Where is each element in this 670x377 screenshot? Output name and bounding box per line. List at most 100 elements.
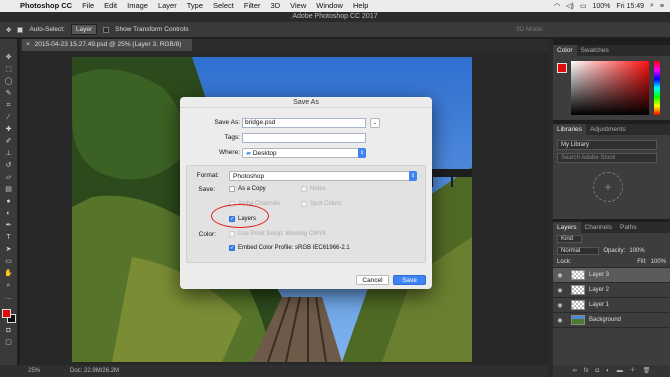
library-select[interactable]: My Library xyxy=(557,140,657,150)
tab-adjustments[interactable]: Adjustments xyxy=(586,124,630,135)
save-button[interactable]: Save xyxy=(393,275,426,285)
eyedropper-tool-icon[interactable]: ⁄ xyxy=(3,113,15,122)
foreground-color-swatch[interactable] xyxy=(1,309,11,318)
kind-filter-select[interactable]: Kind xyxy=(557,235,583,243)
move-tool-icon[interactable]: ✥ xyxy=(6,26,11,34)
auto-select-checkbox[interactable] xyxy=(17,26,24,33)
blur-tool-icon[interactable]: ● xyxy=(3,197,15,206)
quick-select-tool-icon[interactable]: ✎ xyxy=(3,89,15,98)
battery-icon[interactable]: ▭ xyxy=(580,2,587,10)
eye-icon[interactable]: ◉ xyxy=(553,302,567,309)
tab-layers[interactable]: Layers xyxy=(553,222,581,233)
hand-tool-icon[interactable]: ✋ xyxy=(3,269,15,278)
zoom-tool-icon[interactable]: ⌕ xyxy=(3,281,15,290)
tab-channels[interactable]: Channels xyxy=(581,222,616,233)
menu-image[interactable]: Image xyxy=(122,0,153,12)
link-layers-icon[interactable]: ∞ xyxy=(573,365,577,377)
menu-select[interactable]: Select xyxy=(208,0,239,12)
menu-list-icon[interactable]: ≡ xyxy=(660,3,664,10)
pen-tool-icon[interactable]: ✒ xyxy=(3,221,15,230)
screen-mode-icon[interactable]: ▢ xyxy=(3,338,15,347)
checkbox-box[interactable] xyxy=(301,186,307,192)
wifi-icon[interactable]: ◠ xyxy=(554,2,560,10)
brush-tool-icon[interactable]: ✐ xyxy=(3,137,15,146)
fx-icon[interactable]: fx xyxy=(584,365,589,377)
checkbox-box[interactable] xyxy=(301,201,307,207)
close-icon[interactable]: × xyxy=(26,41,30,48)
transform-controls-checkbox[interactable] xyxy=(103,26,110,33)
shape-tool-icon[interactable]: ▭ xyxy=(3,257,15,266)
layer-row-layer-3[interactable]: ◉ Layer 3 xyxy=(553,268,670,283)
color-picker-field[interactable] xyxy=(571,61,649,115)
eye-icon[interactable]: ◉ xyxy=(553,272,567,279)
menu-type[interactable]: Type xyxy=(182,0,208,12)
layer-row-background[interactable]: ◉ Background xyxy=(553,313,670,328)
more-tools-icon[interactable]: … xyxy=(3,293,15,302)
checkbox-box[interactable] xyxy=(229,186,235,192)
where-dropdown[interactable]: ▰ Desktop ⇕ xyxy=(242,148,366,158)
group-folder-icon[interactable]: ▬ xyxy=(617,365,623,377)
move-tool-icon[interactable]: ✥ xyxy=(3,53,15,62)
tab-libraries[interactable]: Libraries xyxy=(553,124,586,135)
eye-icon[interactable]: ◉ xyxy=(553,317,567,324)
as-copy-checkbox[interactable]: As a Copy xyxy=(229,186,266,192)
gradient-tool-icon[interactable]: ▤ xyxy=(3,185,15,194)
type-tool-icon[interactable]: T xyxy=(3,233,15,242)
adjustment-layer-icon[interactable]: ◐ xyxy=(606,365,610,377)
checkmark-icon[interactable]: ✓ xyxy=(229,245,235,251)
lasso-tool-icon[interactable]: ◯ xyxy=(3,77,15,86)
color-swatches[interactable] xyxy=(1,309,16,323)
menu-file[interactable]: File xyxy=(77,0,99,12)
search-icon[interactable]: ⌕ xyxy=(650,2,654,10)
hue-slider[interactable] xyxy=(654,61,660,115)
blend-mode-select[interactable]: Normal xyxy=(557,247,600,255)
layer-row-layer-2[interactable]: ◉ Layer 2 xyxy=(553,283,670,298)
tab-swatches[interactable]: Swatches xyxy=(577,45,613,56)
new-layer-icon[interactable]: ＋ xyxy=(630,365,636,377)
menu-view[interactable]: View xyxy=(285,0,311,12)
tab-paths[interactable]: Paths xyxy=(616,222,641,233)
marquee-tool-icon[interactable]: ⬚ xyxy=(3,65,15,74)
cancel-button[interactable]: Cancel xyxy=(356,275,389,285)
eraser-tool-icon[interactable]: ▱ xyxy=(3,173,15,182)
mask-icon[interactable]: ◘ xyxy=(596,365,600,377)
format-dropdown[interactable]: Photoshop ⇕ xyxy=(229,171,417,181)
add-library-icon[interactable]: + xyxy=(593,172,623,202)
expand-dialog-button[interactable]: ⌄ xyxy=(370,118,380,128)
notes-checkbox[interactable]: Notes xyxy=(301,186,326,192)
tab-color[interactable]: Color xyxy=(553,45,577,56)
checkbox-box[interactable] xyxy=(229,231,235,237)
menu-help[interactable]: Help xyxy=(348,0,373,12)
zoom-level[interactable]: 25% xyxy=(28,365,40,377)
color-foreground-swatch[interactable] xyxy=(557,63,567,73)
eye-icon[interactable]: ◉ xyxy=(553,287,567,294)
proof-setup-checkbox[interactable]: Use Proof Setup: Working CMYK xyxy=(229,231,326,237)
filename-input[interactable]: bridge.psd xyxy=(242,118,366,128)
embed-profile-checkbox[interactable]: ✓ Embed Color Profile: sRGB IEC61966-2.1 xyxy=(229,245,350,251)
healing-tool-icon[interactable]: ✚ xyxy=(3,125,15,134)
menu-layer[interactable]: Layer xyxy=(153,0,182,12)
menu-filter[interactable]: Filter xyxy=(239,0,266,12)
menu-window[interactable]: Window xyxy=(311,0,348,12)
clock[interactable]: Fri 15:49 xyxy=(616,3,644,10)
stamp-tool-icon[interactable]: ⊥ xyxy=(3,149,15,158)
document-tab[interactable]: × 2015-04-23 15.27.49.psd @ 25% (Layer 3… xyxy=(22,39,192,51)
menu-edit[interactable]: Edit xyxy=(99,0,122,12)
opacity-value[interactable]: 100% xyxy=(629,248,644,254)
auto-select-dropdown[interactable]: Layer xyxy=(70,24,98,35)
menu-app-name[interactable]: Photoshop CC xyxy=(15,0,77,12)
fill-value[interactable]: 100% xyxy=(651,259,666,265)
spot-colors-checkbox[interactable]: Spot Colors xyxy=(301,201,341,207)
path-select-tool-icon[interactable]: ➤ xyxy=(3,245,15,254)
menu-3d[interactable]: 3D xyxy=(266,0,286,12)
layer-row-layer-1[interactable]: ◉ Layer 1 xyxy=(553,298,670,313)
trash-icon[interactable]: 🗑 xyxy=(643,365,651,377)
options-bar: ✥ Auto-Select: Layer Show Transform Cont… xyxy=(0,22,670,38)
library-search-input[interactable]: Search Adobe Stock xyxy=(557,153,657,163)
dodge-tool-icon[interactable]: ◐ xyxy=(3,209,15,218)
quick-mask-icon[interactable]: ◘ xyxy=(3,326,15,335)
tags-input[interactable] xyxy=(242,133,366,143)
crop-tool-icon[interactable]: ⌗ xyxy=(3,101,15,110)
history-brush-tool-icon[interactable]: ↺ xyxy=(3,161,15,170)
volume-icon[interactable]: ◁) xyxy=(566,2,574,10)
